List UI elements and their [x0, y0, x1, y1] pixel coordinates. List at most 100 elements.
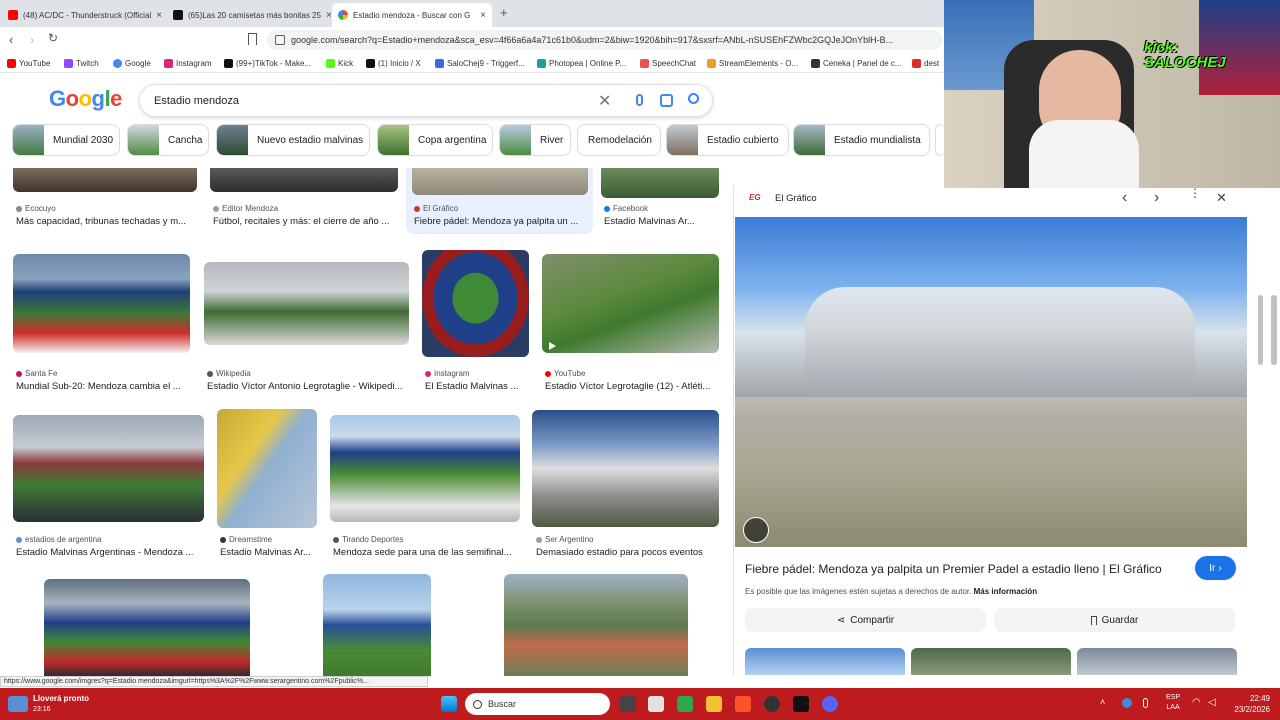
tab-youtube[interactable]: (48) AC/DC - Thunderstruck (Official × — [2, 3, 167, 27]
preview-image[interactable] — [735, 217, 1247, 547]
bookmark-ceneka[interactable]: Ceneka | Panel de c... — [811, 57, 902, 69]
new-tab-button[interactable]: + — [500, 5, 508, 20]
back-icon[interactable]: ‹ — [9, 32, 13, 47]
weather-icon[interactable] — [8, 696, 28, 712]
google-logo[interactable]: Google — [49, 86, 122, 112]
result-image[interactable] — [323, 574, 431, 676]
result-image[interactable] — [422, 250, 529, 357]
bookmark-tiktok[interactable]: (99+)TikTok - Make... — [224, 57, 311, 69]
tray-icon[interactable] — [1122, 698, 1132, 708]
result-title[interactable]: Mundial Sub-20: Mendoza cambia el ... — [16, 381, 188, 392]
result-image[interactable] — [13, 168, 197, 192]
task-view-icon[interactable] — [620, 696, 636, 712]
result-image-selected[interactable] — [412, 168, 588, 195]
result-image[interactable] — [504, 574, 688, 676]
app-icon[interactable] — [793, 696, 809, 712]
chip-estadio-cubierto[interactable]: Estadio cubierto — [666, 124, 789, 156]
more-info-link[interactable]: Más información — [974, 587, 1038, 596]
panel-title[interactable]: Fiebre pádel: Mendoza ya palpita un Prem… — [745, 562, 1185, 576]
result-title[interactable]: Mendoza sede para una de las semifinal..… — [333, 547, 519, 558]
microphone-icon[interactable] — [1143, 698, 1148, 708]
taskbar-search[interactable]: Buscar — [465, 693, 610, 715]
result-title[interactable]: Más capacidad, tribunas techadas y m... — [16, 216, 196, 227]
result-image[interactable] — [13, 415, 204, 522]
result-image[interactable] — [44, 579, 250, 676]
result-image[interactable] — [532, 410, 719, 527]
result-title[interactable]: Fiebre pádel: Mendoza ya palpita un ... — [414, 216, 586, 227]
previous-icon[interactable]: ‹ — [1122, 189, 1127, 207]
brave-icon[interactable] — [735, 696, 751, 712]
chip-river[interactable]: River — [499, 124, 571, 156]
page-scrollbar[interactable] — [1271, 295, 1277, 365]
forward-icon[interactable]: › — [30, 32, 34, 47]
chip-cancha[interactable]: Cancha — [127, 124, 209, 156]
result-title[interactable]: Demasiado estadio para pocos eventos — [536, 547, 719, 558]
result-title[interactable]: Estadio Malvinas Ar... — [220, 547, 316, 558]
bookmark-speechchat[interactable]: SpeechChat — [640, 57, 696, 69]
weather-text[interactable]: Lloverá pronto — [33, 694, 89, 703]
site-info-icon[interactable] — [275, 35, 285, 45]
wifi-icon[interactable]: ◠ — [1192, 697, 1201, 708]
visual-search-icon[interactable] — [743, 517, 769, 543]
result-image[interactable] — [204, 262, 409, 345]
clear-icon[interactable]: ✕ — [598, 91, 611, 111]
bookmark-star-icon[interactable] — [248, 33, 257, 45]
chip-estadio-mundialista[interactable]: Estadio mundialista — [793, 124, 930, 156]
bookmark-streamelements[interactable]: StreamElements - O... — [707, 57, 798, 69]
result-title[interactable]: Estadio Víctor Antonio Legrotaglie - Wik… — [207, 381, 407, 392]
bookmark-photopea[interactable]: Photopea | Online P... — [537, 57, 626, 69]
bookmark-kick[interactable]: Kick — [326, 57, 353, 69]
save-button[interactable]: Guardar — [994, 608, 1235, 632]
chip-mundial-2030[interactable]: Mundial 2030 — [12, 124, 120, 156]
close-tab-icon[interactable]: × — [480, 10, 486, 21]
result-title[interactable]: Fútbol, recitales y más: el cierre de añ… — [213, 216, 396, 227]
store-icon[interactable] — [648, 696, 664, 712]
result-image[interactable] — [330, 415, 520, 522]
tab-tiktok[interactable]: (65)Las 20 camisetas más bonitas 25 × — [167, 3, 332, 27]
more-options-icon[interactable]: ⋮ — [1189, 187, 1201, 199]
volume-icon[interactable]: ◁ — [1208, 697, 1216, 708]
result-title[interactable]: Estadio Malvinas Argentinas - Mendoza ..… — [16, 547, 204, 558]
bookmark-instagram[interactable]: Instagram — [164, 57, 212, 69]
result-title[interactable]: Estadio Víctor Legrotaglie (12) - Atléti… — [545, 381, 718, 392]
address-bar[interactable]: google.com/search?q=Estadio+mendoza&sca_… — [267, 30, 943, 50]
tab-google-search[interactable]: Estadio mendoza - Buscar con G × — [332, 3, 492, 27]
share-button[interactable]: ⋖ Compartir — [745, 608, 986, 632]
next-icon[interactable]: › — [1154, 189, 1159, 207]
result-image[interactable] — [13, 254, 190, 353]
chip-remodelacion[interactable]: Remodelación — [577, 124, 661, 156]
clock[interactable]: 22:49 23/2/2026 — [1226, 693, 1270, 715]
bookmark-triggerfyre[interactable]: SaloChej9 - Triggerf... — [435, 57, 525, 69]
result-title[interactable]: Estadio Malvinas Ar... — [604, 216, 716, 227]
microphone-icon[interactable] — [636, 94, 643, 106]
related-image[interactable] — [745, 648, 905, 675]
result-image[interactable] — [601, 168, 719, 198]
chip-nuevo-estadio-malvinas[interactable]: Nuevo estadio malvinas — [216, 124, 370, 156]
reload-icon[interactable]: ↻ — [48, 31, 58, 45]
discord-icon[interactable] — [822, 696, 838, 712]
result-image[interactable] — [217, 409, 317, 528]
app-icon[interactable] — [677, 696, 693, 712]
language-indicator[interactable]: ESP LAA — [1166, 693, 1180, 713]
close-panel-icon[interactable]: ✕ — [1216, 190, 1227, 206]
panel-source[interactable]: El Gráfico — [775, 193, 817, 204]
related-image[interactable] — [911, 648, 1071, 675]
bookmark-x[interactable]: (1) Inicio / X — [366, 57, 421, 69]
windows-start-icon[interactable] — [441, 696, 457, 712]
go-button[interactable]: Ir › — [1195, 556, 1236, 580]
result-image[interactable] — [542, 254, 719, 353]
bookmark-youtube[interactable]: YouTube — [7, 57, 50, 69]
file-explorer-icon[interactable] — [706, 696, 722, 712]
lens-icon[interactable] — [660, 94, 673, 107]
result-image[interactable] — [210, 168, 398, 192]
related-image[interactable] — [1077, 648, 1237, 675]
result-title[interactable]: El Estadio Malvinas ... — [425, 381, 528, 392]
bookmark-twitch[interactable]: Twitch — [64, 57, 99, 69]
panel-scrollbar[interactable] — [1258, 295, 1263, 365]
bookmark-google[interactable]: Google — [113, 57, 151, 69]
close-tab-icon[interactable]: × — [326, 10, 332, 21]
chevron-up-icon[interactable]: ˄ — [1100, 697, 1105, 707]
chip-copa-argentina[interactable]: Copa argentina — [377, 124, 493, 156]
search-icon[interactable] — [688, 93, 699, 104]
search-input[interactable]: Estadio mendoza ✕ — [139, 84, 713, 117]
